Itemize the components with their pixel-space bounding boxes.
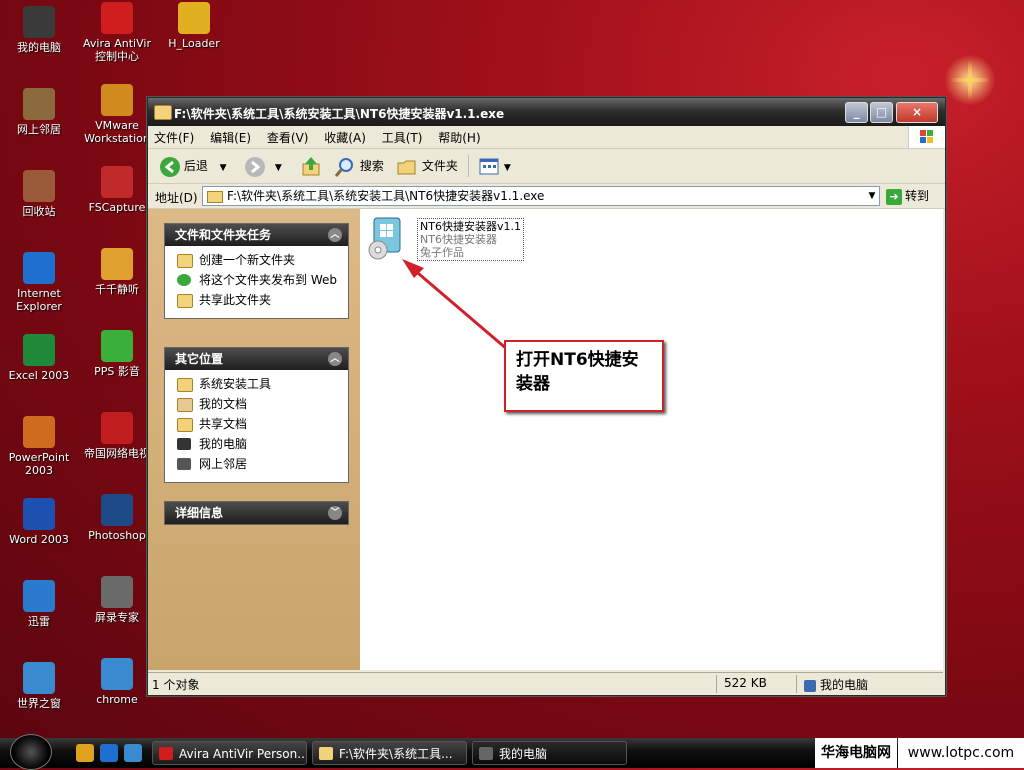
watermark-right: www.lotpc.com — [898, 738, 1024, 768]
theworld-icon[interactable] — [124, 744, 142, 762]
start-button[interactable] — [10, 734, 52, 770]
watermark-left: 华海电脑网 — [815, 738, 897, 768]
task-explorer[interactable]: F:\软件夹\系统工具... — [312, 741, 467, 765]
show-desktop-icon[interactable] — [76, 744, 94, 762]
annotation-callout: 打开NT6快捷安装器 — [504, 340, 664, 412]
ie-icon[interactable] — [100, 744, 118, 762]
avira-icon — [159, 747, 173, 760]
folder-icon — [319, 747, 333, 760]
my-computer-icon — [479, 747, 493, 760]
task-my-computer[interactable]: 我的电脑 — [472, 741, 627, 765]
task-avira[interactable]: Avira AntiVir Person... — [152, 741, 307, 765]
